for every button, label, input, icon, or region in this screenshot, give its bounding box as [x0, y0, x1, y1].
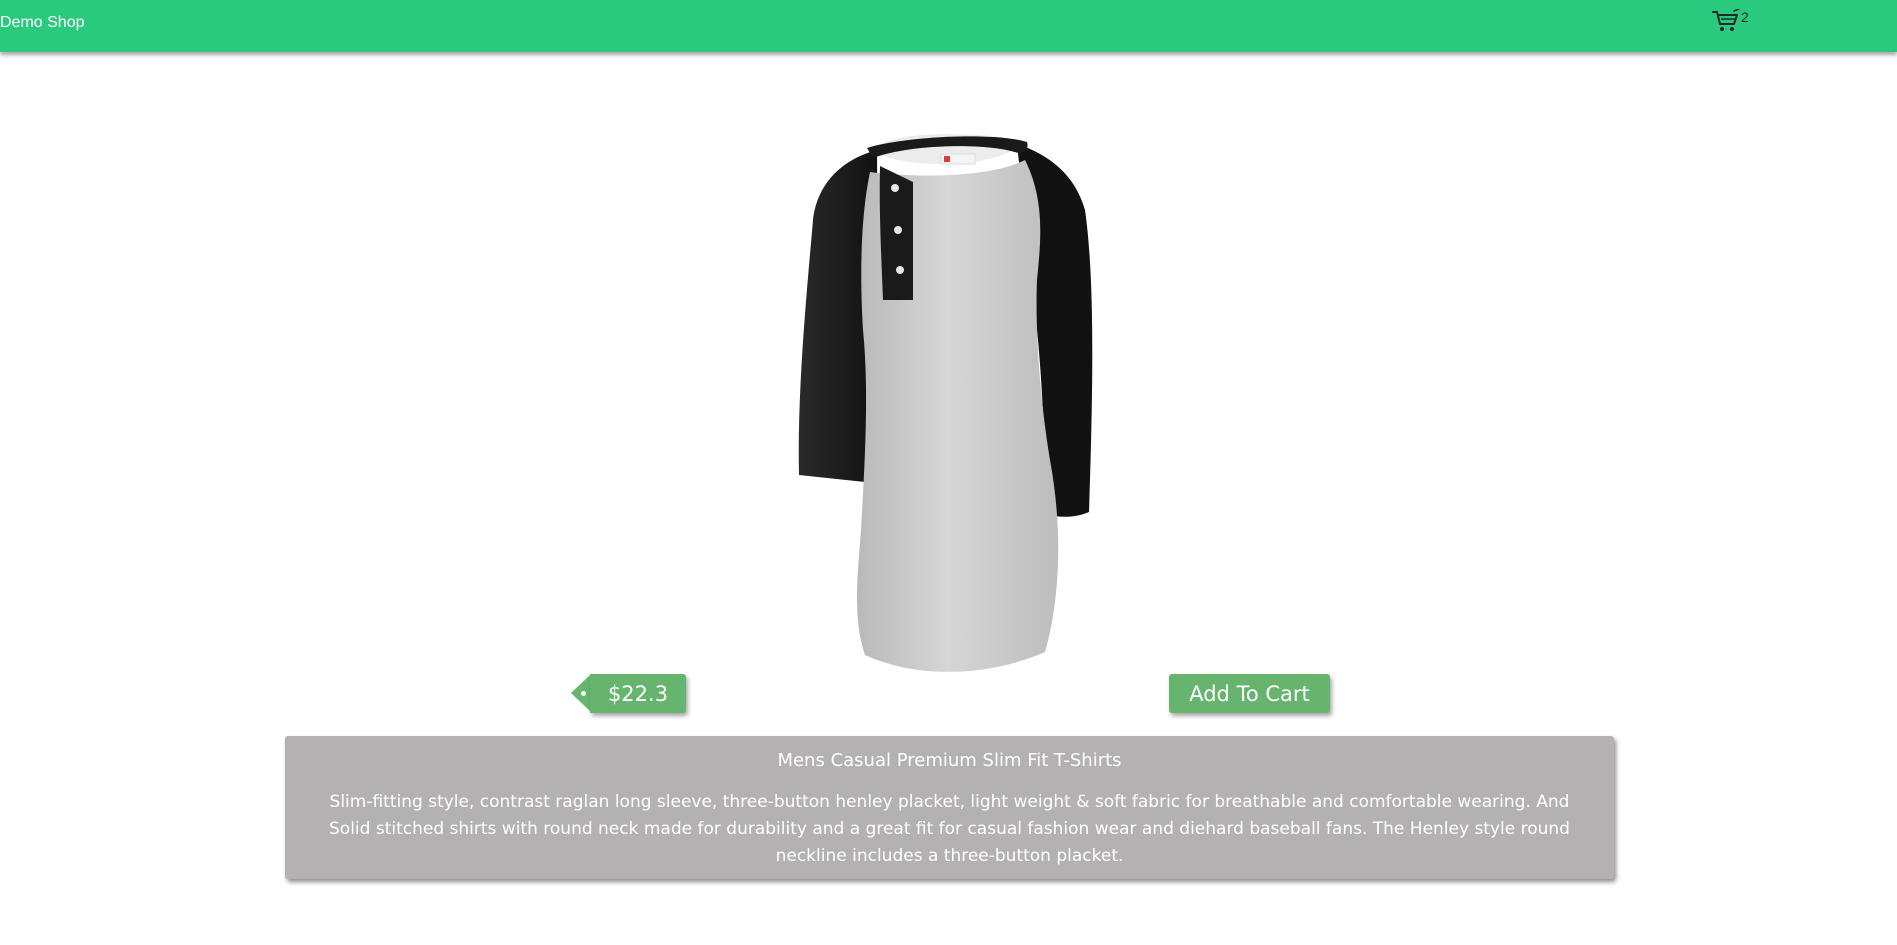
product-image	[745, 130, 1155, 675]
shopping-cart-icon[interactable]	[1712, 9, 1740, 33]
price-tag-hole	[581, 691, 586, 696]
brand-link[interactable]: Demo Shop	[0, 14, 85, 32]
cart-link[interactable]: 2	[1712, 9, 1749, 33]
product-title: Mens Casual Premium Slim Fit T-Shirts	[777, 750, 1122, 771]
add-to-cart-button[interactable]: Add To Cart	[1169, 674, 1330, 713]
cart-count-badge: 2	[1741, 9, 1749, 25]
price-tag: $22.3	[590, 674, 686, 713]
top-navbar: Demo Shop 2	[0, 0, 1897, 52]
product-description: Slim-fitting style, contrast raglan long…	[329, 792, 1570, 866]
product-description-card: Mens Casual Premium Slim Fit T-Shirts Sl…	[285, 736, 1614, 879]
